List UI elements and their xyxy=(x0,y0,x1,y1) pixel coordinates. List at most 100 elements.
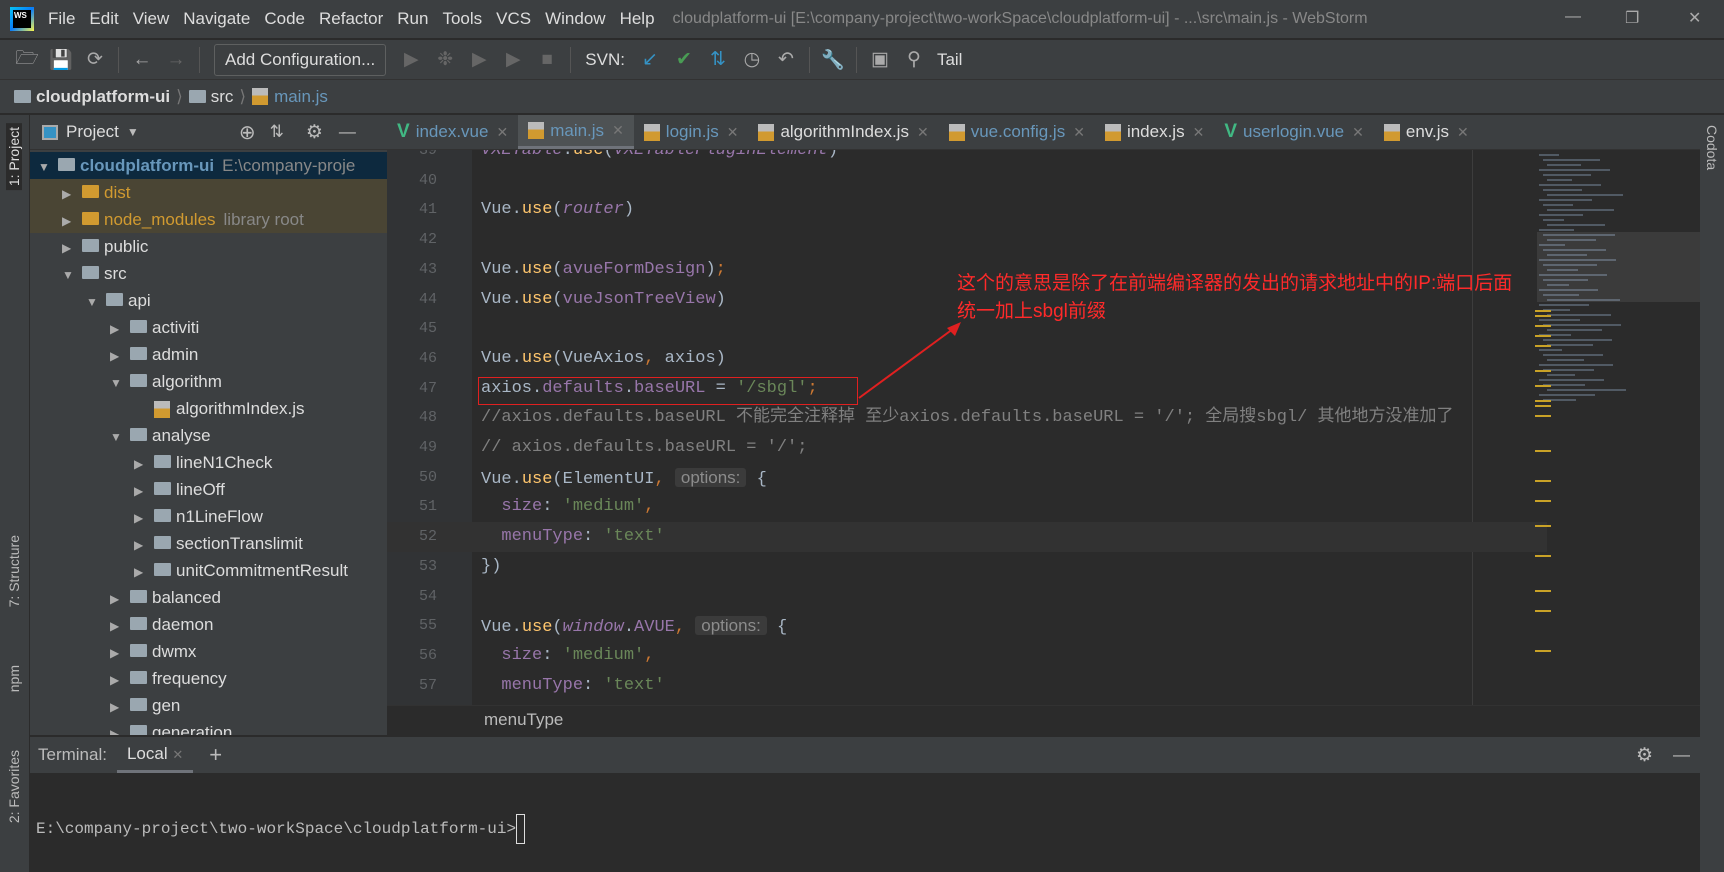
warning-marker[interactable] xyxy=(1535,555,1551,557)
tree-item[interactable]: ▶ public xyxy=(30,233,387,260)
collapsed-arrow-icon[interactable]: ▶ xyxy=(110,586,130,613)
hide-icon[interactable]: — xyxy=(339,122,356,142)
close-tab-icon[interactable]: ✕ xyxy=(1352,124,1364,141)
close-button[interactable]: ✕ xyxy=(1688,8,1701,28)
svn-update-icon[interactable]: ↙ xyxy=(633,48,667,71)
tree-item[interactable]: ▶ sectionTranslimit xyxy=(30,530,387,557)
expanded-arrow-icon[interactable]: ▼ xyxy=(86,289,106,316)
menu-refactor[interactable]: Refactor xyxy=(319,9,383,29)
tree-item[interactable]: ▼ algorithm xyxy=(30,368,387,395)
breadcrumb-project[interactable]: cloudplatform-ui xyxy=(36,87,170,107)
svn-commit-icon[interactable]: ✔ xyxy=(667,48,701,71)
tree-item[interactable]: ▶ lineN1Check xyxy=(30,449,387,476)
menu-file[interactable]: File xyxy=(48,9,75,29)
tool-project[interactable]: 1: Project xyxy=(6,123,22,191)
back-icon[interactable]: ← xyxy=(125,49,159,71)
collapsed-arrow-icon[interactable]: ▶ xyxy=(110,613,130,640)
warning-marker[interactable] xyxy=(1535,500,1551,502)
warning-marker[interactable] xyxy=(1535,345,1551,347)
menu-code[interactable]: Code xyxy=(264,9,305,29)
tool-structure[interactable]: 7: Structure xyxy=(6,535,22,607)
warning-marker[interactable] xyxy=(1535,450,1551,452)
collapsed-arrow-icon[interactable]: ▶ xyxy=(110,694,130,721)
menu-run[interactable]: Run xyxy=(397,9,428,29)
profile-icon[interactable]: ▶ xyxy=(496,48,530,71)
collapsed-arrow-icon[interactable]: ▶ xyxy=(110,667,130,694)
tree-item[interactable]: ▶ activiti xyxy=(30,314,387,341)
expanded-arrow-icon[interactable]: ▼ xyxy=(110,424,130,451)
tab-vue-config-js[interactable]: vue.config.js ✕ xyxy=(939,115,1095,149)
menu-edit[interactable]: Edit xyxy=(89,9,118,29)
collapsed-arrow-icon[interactable]: ▶ xyxy=(110,721,130,735)
warning-marker[interactable] xyxy=(1535,400,1551,402)
chevron-down-icon[interactable]: ▼ xyxy=(127,125,139,139)
forward-icon[interactable]: → xyxy=(159,49,193,71)
tree-item[interactable]: ▶ dwmx xyxy=(30,638,387,665)
close-tab-icon[interactable]: ✕ xyxy=(1073,124,1085,141)
warning-marker[interactable] xyxy=(1535,525,1551,527)
gear-icon[interactable]: ⚙ xyxy=(1636,744,1653,767)
tree-item[interactable]: ▶ frequency xyxy=(30,665,387,692)
collapsed-arrow-icon[interactable]: ▶ xyxy=(134,478,154,505)
warning-marker[interactable] xyxy=(1535,610,1551,612)
minimap[interactable] xyxy=(1535,150,1700,705)
close-tab-icon[interactable]: ✕ xyxy=(917,124,929,141)
tree-item[interactable]: ▼ analyse xyxy=(30,422,387,449)
menu-view[interactable]: View xyxy=(133,9,170,29)
sync-icon[interactable]: ⟳ xyxy=(78,48,112,71)
menu-help[interactable]: Help xyxy=(620,9,655,29)
warning-marker[interactable] xyxy=(1535,335,1551,337)
warning-marker[interactable] xyxy=(1535,310,1551,312)
tree-item[interactable]: ▶ lineOff xyxy=(30,476,387,503)
search-icon[interactable]: ⚲ xyxy=(897,48,931,71)
hide-icon[interactable]: — xyxy=(1673,745,1690,765)
tree-item[interactable]: ▶ admin xyxy=(30,341,387,368)
tree-item[interactable]: ▶ daemon xyxy=(30,611,387,638)
tree-item[interactable]: ▼ src xyxy=(30,260,387,287)
tree-item[interactable]: algorithmIndex.js xyxy=(30,395,387,422)
close-tab-icon[interactable]: ✕ xyxy=(727,124,739,141)
warning-marker[interactable] xyxy=(1535,415,1551,417)
collapsed-arrow-icon[interactable]: ▶ xyxy=(110,640,130,667)
close-tab-icon[interactable]: ✕ xyxy=(612,122,624,139)
history-icon[interactable]: ◷ xyxy=(735,48,769,71)
collapsed-arrow-icon[interactable]: ▶ xyxy=(134,451,154,478)
svn-compare-icon[interactable]: ⇅ xyxy=(701,48,735,71)
collapsed-arrow-icon[interactable]: ▶ xyxy=(62,181,82,208)
revert-icon[interactable]: ↶ xyxy=(769,48,803,71)
tab-login-js[interactable]: login.js ✕ xyxy=(634,115,749,149)
collapsed-arrow-icon[interactable]: ▶ xyxy=(134,559,154,586)
tab-env-js[interactable]: env.js ✕ xyxy=(1374,115,1479,149)
warning-marker[interactable] xyxy=(1535,370,1551,372)
tail-button[interactable]: Tail xyxy=(937,50,963,70)
breadcrumb-file[interactable]: main.js xyxy=(274,87,328,107)
menu-vcs[interactable]: VCS xyxy=(496,9,531,29)
tab-index-js[interactable]: index.js ✕ xyxy=(1095,115,1214,149)
tree-item[interactable]: ▼ api xyxy=(30,287,387,314)
tab-main-js[interactable]: main.js ✕ xyxy=(518,115,634,149)
locate-icon[interactable]: ⊕ xyxy=(239,120,256,145)
add-icon[interactable]: + xyxy=(209,742,222,768)
coverage-icon[interactable]: ▶ xyxy=(462,48,496,71)
warning-marker[interactable] xyxy=(1535,325,1551,327)
collapsed-arrow-icon[interactable]: ▶ xyxy=(62,235,82,262)
tool-codota[interactable]: Codota xyxy=(1704,125,1720,170)
stop-icon[interactable]: ■ xyxy=(530,49,564,71)
minimize-button[interactable]: — xyxy=(1565,8,1581,26)
tree-item[interactable]: ▶ n1LineFlow xyxy=(30,503,387,530)
tab-index-vue[interactable]: Vindex.vue ✕ xyxy=(387,115,518,149)
tree-item[interactable]: ▼ cloudplatform-ui E:\company-proje xyxy=(30,152,387,179)
close-tab-icon[interactable]: ✕ xyxy=(1193,124,1205,141)
collapsed-arrow-icon[interactable]: ▶ xyxy=(110,343,130,370)
project-view-selector[interactable]: Project xyxy=(66,122,119,142)
collapsed-arrow-icon[interactable]: ▶ xyxy=(134,505,154,532)
collapsed-arrow-icon[interactable]: ▶ xyxy=(62,208,82,235)
tree-item[interactable]: ▶ dist xyxy=(30,179,387,206)
tab-userlogin-vue[interactable]: Vuserlogin.vue ✕ xyxy=(1214,115,1374,149)
menu-tools[interactable]: Tools xyxy=(442,9,482,29)
collapse-all-icon[interactable]: ⇅ xyxy=(270,122,284,142)
wrench-icon[interactable]: 🔧 xyxy=(816,48,850,72)
terminal-icon[interactable]: ▣ xyxy=(863,48,897,71)
terminal-tab-local[interactable]: Local ✕ xyxy=(116,738,194,773)
restore-button[interactable]: ❐ xyxy=(1625,8,1639,28)
